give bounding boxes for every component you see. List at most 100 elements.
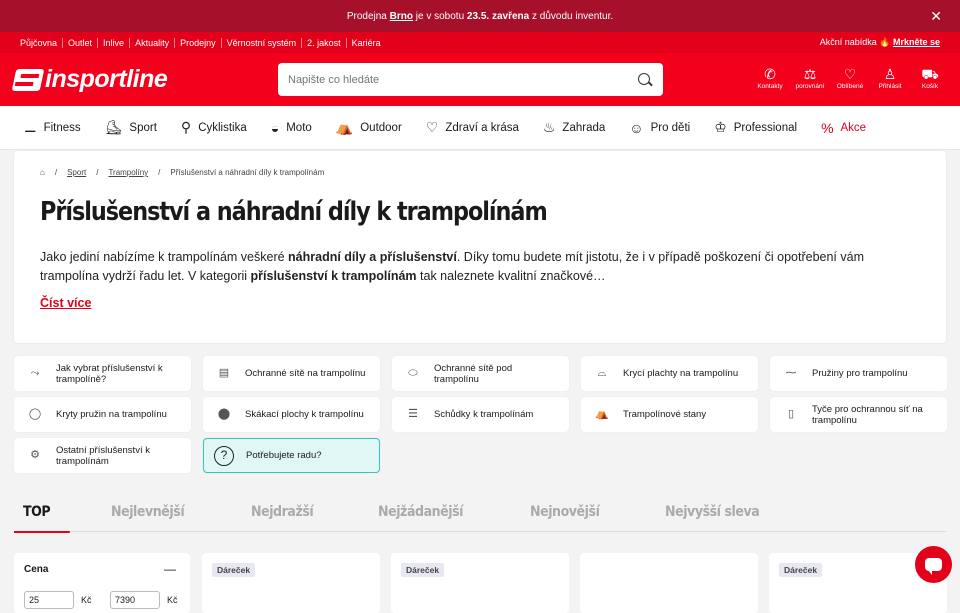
category-label: Zdraví a krása <box>445 121 519 134</box>
subcategory-thumb-icon: ⚙ <box>30 449 40 461</box>
cart-icon: ⛟ <box>921 66 939 82</box>
subcategory-tile[interactable]: ⌓ Krycí plachty na trampolínu <box>581 356 758 391</box>
subcategory-tile[interactable]: ◯ Kryty pružin na trampolínu <box>14 397 191 432</box>
subcategory-thumb-icon: ⁓ <box>785 367 797 379</box>
top-link[interactable]: Půjčovna <box>20 37 64 48</box>
home-icon[interactable]: ⌂ <box>40 168 45 177</box>
tile-label: Ostatní příslušenství k trampolínám <box>56 444 150 467</box>
price-max-input[interactable]: 7390 <box>110 591 160 609</box>
grill-icon: ♨ <box>542 119 556 135</box>
close-icon[interactable]: ✕ <box>930 8 942 25</box>
category-9[interactable]: % Akce <box>821 120 866 136</box>
subcategory-thumb-icon: ☰ <box>408 408 418 420</box>
subcategory-tile[interactable]: ▯ Tyče pro ochrannou síť na trampolínu <box>770 397 947 432</box>
subcategory-thumb-icon: ⛺ <box>595 408 609 420</box>
sort-tab[interactable]: TOP <box>14 504 71 533</box>
logo-text: insportline <box>45 65 168 93</box>
category-1[interactable]: ⛸ Sport <box>105 119 157 136</box>
top-link[interactable]: Outlet <box>63 37 99 48</box>
heart-icon: ♡ <box>843 66 857 82</box>
price-min-input[interactable]: 25 <box>24 591 74 609</box>
promo-offer: Akční nabídka 🔥 Mrkněte se <box>819 37 940 47</box>
announcement-text: Prodejna Brno je v sobotu 23.5. zavřena … <box>346 10 614 22</box>
top-link[interactable]: 2. jakost <box>302 37 347 48</box>
sort-tab[interactable]: Nejnovější <box>521 504 600 520</box>
top-link[interactable]: Prodejny <box>175 37 222 48</box>
subcategory-tile[interactable]: ⤳ Jak vybrat příslušenství k trampolíně? <box>14 356 191 391</box>
category-0[interactable]: ⚊ Fitness <box>24 119 81 136</box>
category-label: Sport <box>129 121 157 134</box>
category-3[interactable]: ◒ Moto <box>271 120 312 136</box>
category-5[interactable]: ♡ Zdraví a krása <box>426 119 519 136</box>
header-kontakty-button[interactable]: ✆ Kontakty <box>754 65 786 90</box>
tile-label: Ochranné sítě na trampolínu <box>245 368 366 379</box>
search-box <box>278 63 663 96</box>
category-nav: ⚊ Fitness ⛸ Sport ⚲ Cyklistika ◒ Moto ⛺ Outdoor ♡ Z… <box>0 106 960 150</box>
category-description: Jako jediní nabízíme k trampolínám veške… <box>40 250 864 283</box>
chat-button[interactable] <box>915 546 952 583</box>
subcategory-thumb-icon: ⬭ <box>408 367 418 379</box>
breadcrumb-item[interactable]: Sport <box>67 168 86 177</box>
breadcrumb-separator: / <box>96 168 99 177</box>
product-card[interactable] <box>580 553 758 613</box>
subcategory-tile[interactable]: ⛺ Trampolínové stany <box>581 397 758 432</box>
category-label: Pro děti <box>650 121 691 134</box>
header-přihlásit-button[interactable]: ♙ Přihlásit <box>874 65 906 90</box>
subcategory-tile[interactable]: ⬭ Ochranné sítě pod trampolínu <box>392 356 569 391</box>
promo-link[interactable]: Mrkněte se <box>893 37 940 47</box>
breadcrumb: ⌂ / Sport / Trampolíny / Příslušenství a náhra… <box>40 168 324 177</box>
category-2[interactable]: ⚲ Cyklistika <box>181 119 247 136</box>
store-link[interactable]: Brno <box>390 11 413 22</box>
top-link[interactable]: Kariéra <box>347 38 386 48</box>
question-icon: ? <box>214 445 234 466</box>
subcategory-tile[interactable]: ☰ Schůdky k trampolínám <box>392 397 569 432</box>
heart-hand-icon: ♡ <box>425 119 439 135</box>
header-actions: ✆ Kontakty ⚖ porovnání ♡ Oblíbené ♙ Přihlásit ⛟ K… <box>754 65 946 90</box>
subcategory-thumb-icon: ▯ <box>787 408 795 420</box>
subcategory-thumb-icon: ⌓ <box>597 367 607 379</box>
product-card[interactable]: Dáreček <box>202 553 380 613</box>
medal-icon: ♔ <box>714 119 727 135</box>
filter-title: Cena <box>24 564 49 575</box>
category-4[interactable]: ⛺ Outdoor <box>336 119 402 136</box>
search-input[interactable] <box>288 73 637 86</box>
category-8[interactable]: ♔ Professional <box>714 119 797 136</box>
page-title: Příslušenství a náhradní díly k trampolí… <box>40 197 548 227</box>
subcategory-tile[interactable]: ⬤ Skákací plochy k trampolínu <box>203 397 380 432</box>
product-card[interactable]: Dáreček <box>391 553 569 613</box>
sort-tab[interactable]: Nejžádanější <box>369 504 463 520</box>
read-more-link[interactable]: Číst více <box>40 296 91 310</box>
category-7[interactable]: ☺ Pro děti <box>629 120 690 136</box>
subcategory-thumb-icon: ⤳ <box>30 367 40 379</box>
help-tile[interactable]: ? Potřebujete radu? <box>203 438 380 473</box>
logo[interactable]: insportline <box>11 65 278 94</box>
collapse-icon[interactable]: — <box>164 562 176 576</box>
top-link[interactable]: Inlive <box>98 37 131 48</box>
header-košík-button[interactable]: ⛟ Košík <box>914 65 946 90</box>
currency-label: Kč <box>167 595 178 605</box>
top-link[interactable]: Věrnostní systém <box>221 37 303 48</box>
header-icon-label: Košík <box>921 83 939 90</box>
breadcrumb-item: Příslušenství a náhradní díly k trampolí… <box>170 168 325 177</box>
sort-tab[interactable]: Nejlevnější <box>102 504 185 520</box>
sort-tabs: TOP Nejlevnější Nejdražší Nejžádanější Nejno… <box>14 492 946 533</box>
header-porovnání-button[interactable]: ⚖ porovnání <box>794 65 826 90</box>
skate-icon: ⛸ <box>104 119 123 135</box>
subcategory-tile[interactable]: ⚙ Ostatní příslušenství k trampolínám <box>14 438 191 473</box>
header-icon-label: Oblíbené <box>836 83 864 90</box>
top-link[interactable]: Aktuality <box>130 37 176 48</box>
subcategory-tile[interactable]: ⁓ Pružiny pro trampolínu <box>770 356 947 391</box>
scale-icon: ⚖ <box>803 66 817 82</box>
search-icon[interactable] <box>637 72 653 88</box>
category-6[interactable]: ♨ Zahrada <box>543 119 605 136</box>
breadcrumb-item[interactable]: Trampolíny <box>108 168 148 177</box>
subcategory-tile[interactable]: ▤ Ochranné sítě na trampolínu <box>203 356 380 391</box>
user-icon: ♙ <box>883 66 897 82</box>
sort-tab[interactable]: Nejvyšší sleva <box>656 504 760 520</box>
header-oblíbené-button[interactable]: ♡ Oblíbené <box>834 65 866 90</box>
tile-label: Schůdky k trampolínám <box>434 409 534 420</box>
sort-tab[interactable]: Nejdražší <box>242 504 314 520</box>
subcategory-thumb-icon: ⬤ <box>217 408 231 420</box>
tent-icon: ⛺ <box>335 119 354 135</box>
tile-label: Jak vybrat příslušenství k trampolíně? <box>56 362 163 385</box>
